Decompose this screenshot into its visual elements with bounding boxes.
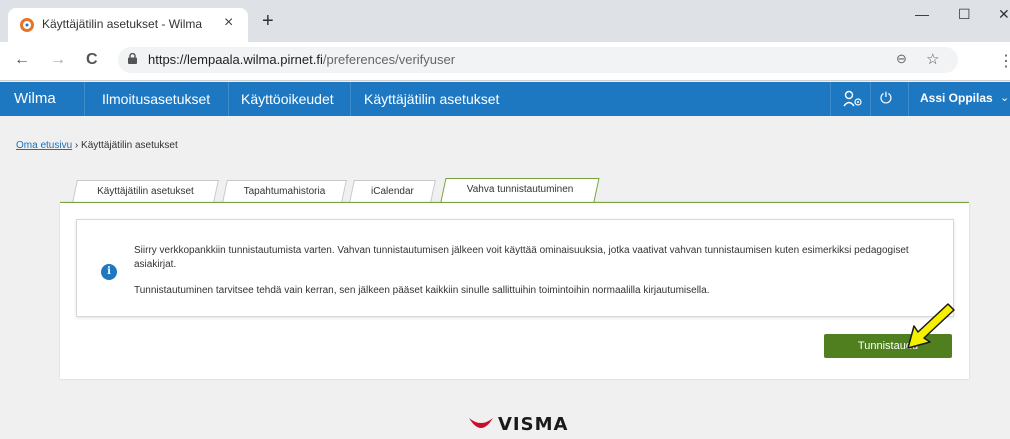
tab-kayttajatilin-asetukset[interactable]: Käyttäjätilin asetukset bbox=[72, 180, 219, 203]
browser-tab-title: Käyttäjätilin asetukset - Wilma bbox=[42, 17, 203, 31]
nav-item-kayttajatilin-asetukset[interactable]: Käyttäjätilin asetukset bbox=[364, 91, 499, 107]
header-divider bbox=[830, 82, 831, 116]
tab-panel: i Siirry verkkopankkiin tunnistautumista… bbox=[60, 202, 969, 379]
browser-menu-icon[interactable]: ⋮ bbox=[998, 51, 1010, 71]
header-divider bbox=[84, 82, 85, 116]
pointer-arrow-icon bbox=[907, 303, 955, 349]
tab-tapahtumahistoria[interactable]: Tapahtumahistoria bbox=[222, 180, 347, 203]
breadcrumb-home-link[interactable]: Oma etusivu bbox=[16, 140, 72, 151]
tab-vahva-tunnistautuminen[interactable]: Vahva tunnistautuminen bbox=[440, 178, 600, 204]
browser-tab[interactable]: Käyttäjätilin asetukset - Wilma × bbox=[8, 8, 248, 42]
info-text-secondary: Tunnistautuminen tarvitsee tehdä vain ke… bbox=[134, 285, 710, 296]
browser-tab-strip: Käyttäjätilin asetukset - Wilma × + — ☐ … bbox=[0, 0, 1010, 42]
tab-close-icon[interactable]: × bbox=[224, 14, 233, 32]
info-text-primary: Siirry verkkopankkiin tunnistautumista v… bbox=[134, 245, 909, 270]
new-tab-icon[interactable]: + bbox=[262, 11, 274, 31]
info-box: i Siirry verkkopankkiin tunnistautumista… bbox=[76, 219, 954, 317]
window-minimize-icon[interactable]: — bbox=[915, 6, 929, 22]
breadcrumb: Oma etusivu › Käyttäjätilin asetukset bbox=[16, 140, 178, 151]
nav-item-ilmoitusasetukset[interactable]: Ilmoitusasetukset bbox=[102, 91, 210, 107]
chevron-down-icon[interactable]: ⌄ bbox=[1000, 91, 1009, 104]
breadcrumb-separator: › bbox=[74, 140, 79, 151]
header-divider bbox=[228, 82, 229, 116]
bookmark-star-icon[interactable]: ☆ bbox=[926, 50, 939, 68]
tab-label: iCalendar bbox=[371, 186, 414, 197]
url-host: https://lempaala.wilma.pirnet.fi bbox=[148, 52, 323, 67]
lock-icon bbox=[128, 53, 137, 64]
wilma-favicon-icon bbox=[20, 18, 34, 32]
tab-label: Käyttäjätilin asetukset bbox=[97, 186, 194, 197]
reload-icon[interactable]: C bbox=[86, 51, 98, 69]
forward-icon[interactable]: → bbox=[50, 51, 66, 69]
visma-logo-mark-icon bbox=[469, 418, 493, 428]
brand-logo[interactable]: Wilma bbox=[14, 90, 56, 107]
tab-icalendar[interactable]: iCalendar bbox=[349, 180, 436, 203]
window-maximize-icon[interactable]: ☐ bbox=[958, 6, 971, 23]
app-header: Wilma Ilmoitusasetukset Käyttöoikeudet K… bbox=[0, 82, 1010, 116]
user-menu[interactable]: Assi Oppilas bbox=[920, 91, 993, 105]
header-divider bbox=[908, 82, 909, 116]
url-path: /preferences/verifyuser bbox=[322, 52, 456, 67]
power-icon[interactable]: ⏻ bbox=[880, 90, 892, 107]
info-icon: i bbox=[101, 264, 117, 280]
zoom-icon[interactable]: ⊖ bbox=[896, 51, 907, 67]
header-divider bbox=[870, 82, 871, 116]
window-close-icon[interactable]: ✕ bbox=[998, 6, 1010, 23]
tab-label: Vahva tunnistautuminen bbox=[466, 184, 574, 195]
breadcrumb-current: Käyttäjätilin asetukset bbox=[81, 140, 178, 151]
browser-toolbar: ← → C https://lempaala.wilma.pirnet.fi/p… bbox=[0, 42, 1010, 81]
roles-icon[interactable] bbox=[843, 90, 863, 108]
nav-item-kayttooikeudet[interactable]: Käyttöoikeudet bbox=[241, 91, 334, 107]
tab-label: Tapahtumahistoria bbox=[243, 186, 326, 197]
back-icon[interactable]: ← bbox=[14, 51, 30, 69]
visma-logo-text: VISMA bbox=[498, 414, 569, 435]
address-bar[interactable]: https://lempaala.wilma.pirnet.fi/prefere… bbox=[118, 47, 958, 73]
url-text: https://lempaala.wilma.pirnet.fi/prefere… bbox=[148, 52, 455, 67]
header-divider bbox=[350, 82, 351, 116]
